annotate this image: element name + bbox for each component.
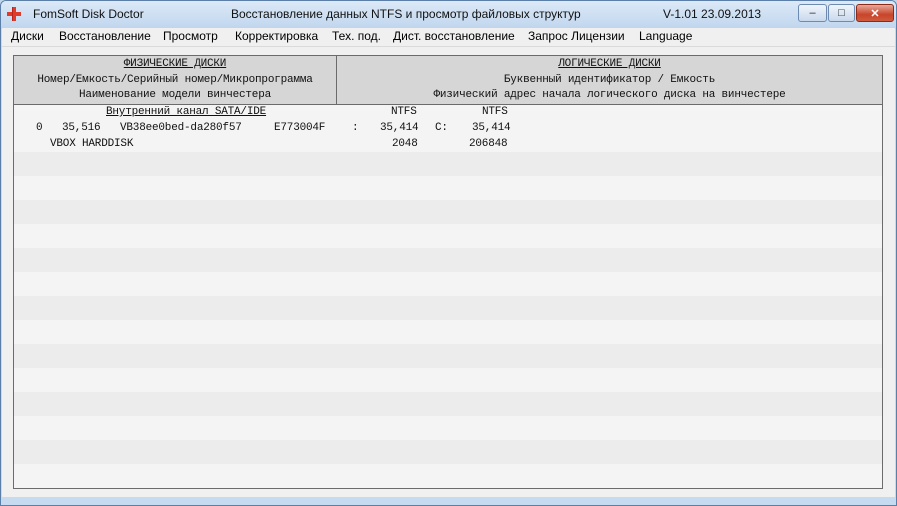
app-version: V-1.01 23.09.2013 (663, 7, 762, 21)
physical-disks-model-caption: Наименование модели винчестера (78, 89, 272, 101)
logical-disks-columns: Буквенный идентификатор / Емкость (503, 74, 716, 86)
row-stripe (14, 152, 882, 176)
client-area: ФИЗИЧЕСКИЕ ДИСКИ Номер/Емкость/Серийный … (2, 47, 895, 497)
menu-language[interactable]: Language (639, 29, 692, 43)
physical-disks-columns: Номер/Емкость/Серийный номер/Микропрогра… (37, 74, 313, 86)
table-header: ФИЗИЧЕСКИЕ ДИСКИ Номер/Емкость/Серийный … (14, 56, 882, 105)
menu-bar: Диски Восстановление Просмотр Корректиро… (2, 28, 895, 47)
disk-serial[interactable]: VB38ee0bed-da280f57 (120, 122, 242, 134)
logical-disks-address-caption: Физический адрес начала логического диск… (433, 89, 786, 101)
minimize-button[interactable]: – (798, 4, 827, 22)
row-stripe (14, 296, 882, 320)
partition1-fs[interactable]: NTFS (391, 106, 417, 118)
title-bar[interactable]: FomSoft Disk Doctor Восстановление данны… (1, 1, 896, 28)
partition1-address[interactable]: 2048 (392, 138, 418, 150)
disk-capacity[interactable]: 35,516 (62, 122, 101, 134)
physical-disks-title: ФИЗИЧЕСКИЕ ДИСКИ (123, 58, 227, 70)
menu-view[interactable]: Просмотр (163, 29, 218, 43)
row-stripe (14, 440, 882, 464)
partition2-address[interactable]: 206848 (469, 138, 508, 150)
maximize-button[interactable]: □ (828, 4, 855, 22)
partition1-size[interactable]: 35,414 (380, 122, 419, 134)
main-window: FomSoft Disk Doctor Восстановление данны… (0, 0, 897, 506)
disk-panel: ФИЗИЧЕСКИЕ ДИСКИ Номер/Емкость/Серийный … (13, 55, 883, 489)
row-stripe (14, 344, 882, 368)
menu-recovery[interactable]: Восстановление (59, 29, 151, 43)
channel-label[interactable]: Внутренний канал SATA/IDE (106, 106, 266, 118)
close-button[interactable]: ✕ (856, 4, 894, 22)
menu-edit[interactable]: Корректировка (235, 29, 318, 43)
disk-number[interactable]: 0 (36, 122, 43, 134)
disk-model[interactable]: VBOX HARDDISK (50, 138, 133, 150)
menu-disks[interactable]: Диски (11, 29, 44, 43)
menu-support[interactable]: Тех. под. (332, 29, 381, 43)
disk-firmware[interactable]: E773004F (274, 122, 325, 134)
logical-disks-title: ЛОГИЧЕСКИЕ ДИСКИ (558, 58, 661, 70)
partition1-separator: : (352, 122, 359, 134)
partition2-size[interactable]: 35,414 (472, 122, 511, 134)
red-cross-icon (7, 7, 21, 21)
partition2-fs[interactable]: NTFS (482, 106, 508, 118)
menu-license-request[interactable]: Запрос Лицензии (528, 29, 625, 43)
row-stripe (14, 200, 882, 224)
menu-remote-recovery[interactable]: Дист. восстановление (393, 29, 515, 43)
partition2-letter[interactable]: C: (435, 122, 448, 134)
row-stripe (14, 248, 882, 272)
app-subtitle: Восстановление данных NTFS и просмотр фа… (231, 7, 581, 21)
app-title: FomSoft Disk Doctor (33, 7, 144, 21)
row-stripe (14, 392, 882, 416)
